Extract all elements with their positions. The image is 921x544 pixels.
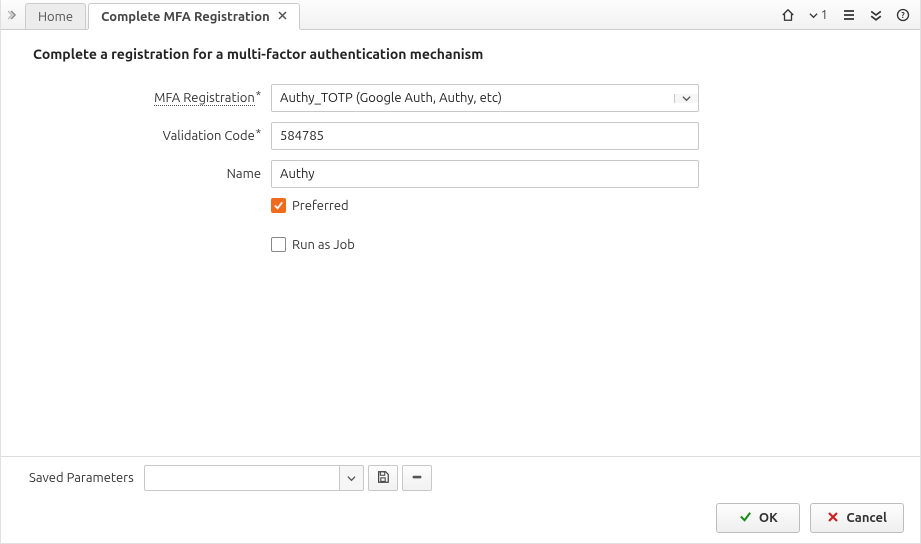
chevron-down-icon[interactable] [674,94,698,103]
x-icon [827,511,839,526]
mfa-registration-value: Authy_TOTP (Google Auth, Authy, etc) [272,91,674,105]
svg-text:?: ? [901,12,905,20]
validation-code-input[interactable] [271,122,699,150]
preferred-checkbox[interactable] [271,198,286,213]
spacer [33,260,920,456]
menu-button[interactable] [842,8,856,22]
save-parameters-button[interactable] [368,465,398,491]
chevron-down-icon[interactable] [339,466,363,490]
check-icon [739,510,752,526]
page-title: Complete a registration for a multi-fact… [33,46,920,62]
tabbar: Home Complete MFA Registration 1 [1,0,920,30]
help-icon: ? [896,8,910,22]
button-row: OK Cancel [29,503,910,533]
tab-complete-mfa[interactable]: Complete MFA Registration [88,3,300,29]
row-mfa-registration: MFA Registration* Authy_TOTP (Google Aut… [33,84,920,112]
bottom-bar: Saved Parameters [1,456,920,543]
label-validation-code: Validation Code* [33,129,271,143]
label-name: Name [33,167,271,181]
runasjob-label: Run as Job [292,238,355,252]
page-body: Complete a registration for a multi-fact… [1,30,920,456]
label-mfa-registration: MFA Registration* [33,91,271,105]
running-indicator[interactable]: 1 [809,8,828,22]
home-button[interactable] [781,8,795,22]
tab-home-label: Home [38,10,73,24]
saved-parameters-label: Saved Parameters [29,471,134,485]
minus-icon [410,470,424,487]
preferred-label: Preferred [292,199,349,213]
save-icon [376,470,390,487]
cancel-button[interactable]: Cancel [810,503,904,533]
row-preferred: Preferred [271,198,920,213]
row-validation-code: Validation Code* [33,122,920,150]
row-runasjob: Run as Job [271,237,920,252]
row-name: Name [33,160,920,188]
double-chevron-down-icon [870,9,882,21]
running-count: 1 [821,8,828,22]
name-input[interactable] [271,160,699,188]
cancel-label: Cancel [846,511,887,525]
tab-home[interactable]: Home [25,3,86,29]
ok-button[interactable]: OK [716,503,800,533]
saved-parameters-row: Saved Parameters [29,465,910,491]
delete-parameters-button[interactable] [402,465,432,491]
tab-active-label: Complete MFA Registration [101,10,270,24]
home-icon [781,8,795,22]
caret-down-icon [809,11,818,20]
help-button[interactable]: ? [896,8,910,22]
runasjob-checkbox[interactable] [271,237,286,252]
menu-icon [842,8,856,22]
saved-parameters-select[interactable] [144,465,364,491]
form: MFA Registration* Authy_TOTP (Google Aut… [33,84,920,260]
toolbar-right: 1 ? [781,1,920,29]
app-root: Home Complete MFA Registration 1 [0,0,921,544]
saved-parameters-value [145,466,339,490]
collapse-button[interactable] [870,9,882,21]
expand-panel-icon[interactable] [5,1,21,29]
close-icon[interactable] [278,10,287,23]
mfa-registration-select[interactable]: Authy_TOTP (Google Auth, Authy, etc) [271,84,699,112]
ok-label: OK [759,511,778,525]
